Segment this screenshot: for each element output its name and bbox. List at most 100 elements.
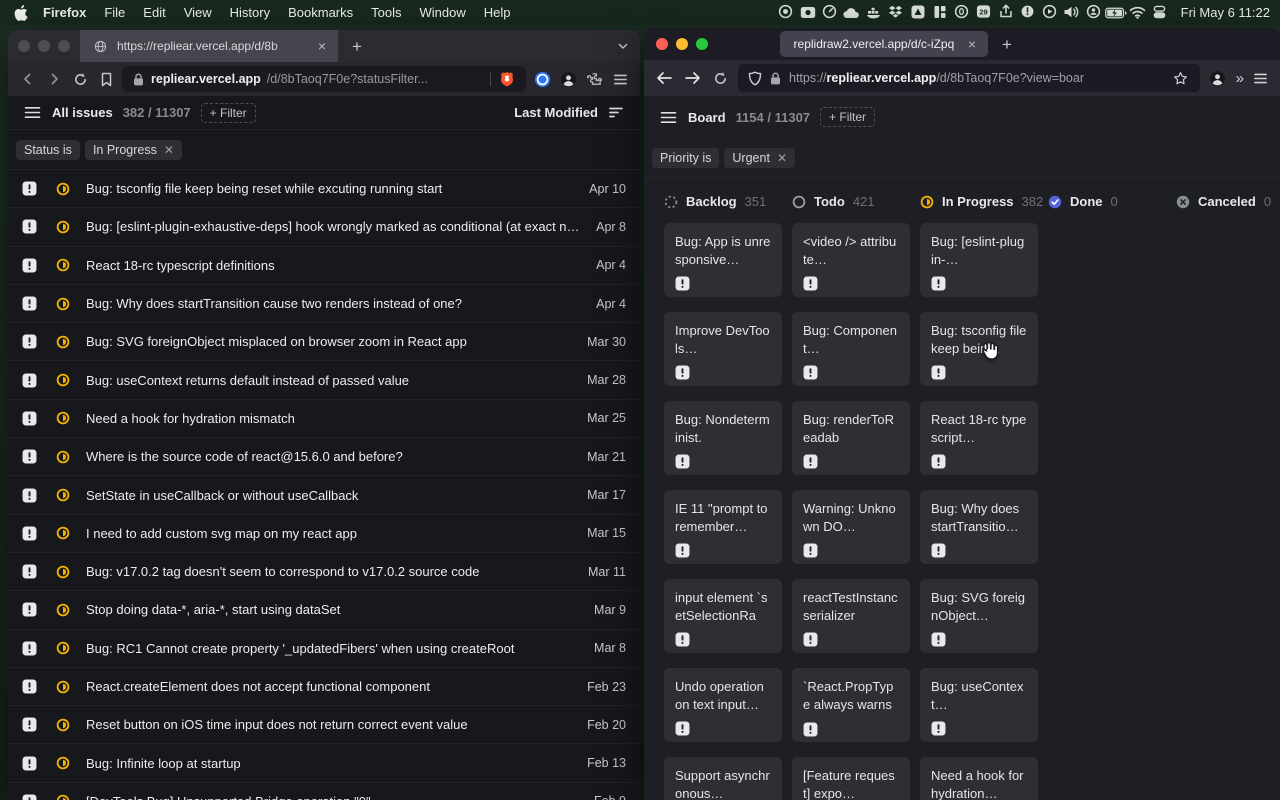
- issue-card[interactable]: Bug: renderToReadab: [792, 401, 910, 475]
- remove-filter-icon[interactable]: ✕: [777, 151, 787, 165]
- onepassword-icon[interactable]: [532, 69, 552, 89]
- priority-urgent-icon[interactable]: [803, 632, 899, 647]
- zoom-window-button[interactable]: [58, 40, 70, 52]
- issue-card[interactable]: Bug: useContext…: [920, 668, 1038, 742]
- priority-urgent-icon[interactable]: [803, 276, 899, 291]
- apple-menu-icon[interactable]: [10, 5, 32, 21]
- status-in-progress-icon[interactable]: [56, 220, 70, 234]
- left-browser-tab[interactable]: https://repliear.vercel.app/d/8b ×: [80, 30, 338, 62]
- priority-urgent-icon[interactable]: [803, 365, 899, 380]
- back-button[interactable]: [654, 68, 674, 88]
- status-in-progress-icon[interactable]: [56, 526, 70, 540]
- add-filter-button[interactable]: + Filter: [201, 103, 256, 123]
- zero-icon[interactable]: [951, 3, 973, 19]
- bookmark-star-icon[interactable]: [1171, 68, 1191, 88]
- profiles-icon[interactable]: [1149, 4, 1171, 20]
- priority-urgent-icon[interactable]: [931, 276, 1027, 291]
- status-in-progress-icon[interactable]: [56, 450, 70, 464]
- address-bar[interactable]: repliear.vercel.app /d/8bTaoq7F0e?status…: [122, 66, 526, 92]
- layout-icon[interactable]: [929, 4, 951, 20]
- priority-urgent-icon[interactable]: [22, 564, 37, 579]
- browser-menu-icon[interactable]: [610, 69, 630, 89]
- menu-help[interactable]: Help: [475, 5, 520, 20]
- issue-row[interactable]: Bug: Infinite loop at startupFeb 13: [8, 744, 640, 782]
- issue-row[interactable]: Bug: SVG foreignObject misplaced on brow…: [8, 323, 640, 361]
- new-tab-button[interactable]: +: [1002, 36, 1012, 53]
- filter-value-chip[interactable]: Urgent ✕: [724, 148, 795, 168]
- issue-card[interactable]: Improve DevTools…: [664, 312, 782, 386]
- cloud-icon[interactable]: [841, 5, 863, 21]
- issue-card[interactable]: IE 11 "prompt to remember…: [664, 490, 782, 564]
- extensions-icon[interactable]: [584, 69, 604, 89]
- tab-list-chevron-icon[interactable]: [616, 39, 630, 53]
- add-filter-button[interactable]: + Filter: [820, 107, 875, 127]
- status-in-progress-icon[interactable]: [56, 756, 70, 770]
- priority-urgent-icon[interactable]: [22, 602, 37, 617]
- priority-urgent-icon[interactable]: [22, 449, 37, 464]
- close-window-button[interactable]: [18, 40, 30, 52]
- issue-card[interactable]: Bug: Nondeterminist.: [664, 401, 782, 475]
- minimize-window-button[interactable]: [38, 40, 50, 52]
- priority-urgent-icon[interactable]: [22, 794, 37, 800]
- docker-icon[interactable]: [863, 4, 885, 20]
- priority-urgent-icon[interactable]: [22, 181, 37, 196]
- status-in-progress-icon[interactable]: [56, 182, 70, 196]
- status-in-progress-icon[interactable]: [56, 603, 70, 617]
- bookmark-icon[interactable]: [96, 69, 116, 89]
- issue-row[interactable]: Stop doing data-*, aria-*, start using d…: [8, 591, 640, 629]
- issue-card[interactable]: Bug: Component…: [792, 312, 910, 386]
- back-button[interactable]: [18, 69, 38, 89]
- priority-urgent-icon[interactable]: [675, 454, 771, 469]
- issue-card[interactable]: Support asynchronous…: [664, 757, 782, 800]
- menu-firefox[interactable]: Firefox: [34, 5, 95, 20]
- issue-row[interactable]: Bug: useContext returns default instead …: [8, 361, 640, 399]
- zoom-window-button[interactable]: [696, 38, 708, 50]
- address-bar[interactable]: https:// repliear.vercel.app /d/8bTaoq7F…: [738, 64, 1200, 92]
- assist-icon[interactable]: [1083, 3, 1105, 19]
- share-icon[interactable]: [995, 3, 1017, 19]
- status-in-progress-icon[interactable]: [56, 297, 70, 311]
- browser-menu-icon[interactable]: [1250, 68, 1270, 88]
- issue-card[interactable]: `React.PropType always warns ab: [792, 668, 910, 742]
- extension-avatar-icon[interactable]: [1208, 68, 1228, 88]
- priority-urgent-icon[interactable]: [22, 373, 37, 388]
- sidebar-menu-icon[interactable]: [22, 103, 42, 123]
- priority-urgent-icon[interactable]: [931, 721, 1027, 736]
- issue-card[interactable]: Need a hook for hydration…: [920, 757, 1038, 800]
- capture-icon[interactable]: [907, 4, 929, 20]
- issue-row[interactable]: Reset button on iOS time input does not …: [8, 706, 640, 744]
- battery-icon[interactable]: [1105, 5, 1127, 21]
- volume-icon[interactable]: [1061, 4, 1083, 20]
- forward-button[interactable]: [682, 68, 702, 88]
- issue-card[interactable]: Bug: Why does startTransitio…: [920, 490, 1038, 564]
- priority-urgent-icon[interactable]: [803, 454, 899, 469]
- tracking-shield-icon[interactable]: [747, 68, 762, 88]
- status-in-progress-icon[interactable]: [56, 488, 70, 502]
- issue-row[interactable]: Bug: v17.0.2 tag doesn't seem to corresp…: [8, 553, 640, 591]
- status-in-progress-icon[interactable]: [56, 794, 70, 800]
- priority-urgent-icon[interactable]: [22, 641, 37, 656]
- issue-row[interactable]: Bug: tsconfig file keep being reset whil…: [8, 170, 640, 208]
- priority-urgent-icon[interactable]: [22, 219, 37, 234]
- status-in-progress-icon[interactable]: [56, 641, 70, 655]
- menu-edit[interactable]: Edit: [134, 5, 174, 20]
- menubar-clock[interactable]: Fri May 6 11:22: [1181, 5, 1270, 20]
- close-window-button[interactable]: [656, 38, 668, 50]
- remove-filter-icon[interactable]: ✕: [164, 143, 174, 157]
- priority-urgent-icon[interactable]: [931, 632, 1027, 647]
- reload-button[interactable]: [70, 69, 90, 89]
- right-browser-tab[interactable]: replidraw2.vercel.app/d/c-iZpq ×: [780, 31, 988, 57]
- account-icon[interactable]: [558, 69, 578, 89]
- power-icon[interactable]: [1017, 3, 1039, 19]
- status-in-progress-icon[interactable]: [56, 335, 70, 349]
- calendar-icon[interactable]: 29: [973, 3, 995, 19]
- issue-card[interactable]: Bug: SVG foreignObject…: [920, 579, 1038, 653]
- status-in-progress-icon[interactable]: [56, 718, 70, 732]
- priority-urgent-icon[interactable]: [931, 454, 1027, 469]
- priority-urgent-icon[interactable]: [22, 679, 37, 694]
- issue-card[interactable]: reactTestInstanc serializer: [792, 579, 910, 653]
- close-tab-icon[interactable]: ×: [316, 39, 328, 53]
- priority-urgent-icon[interactable]: [931, 365, 1027, 380]
- status-in-progress-icon[interactable]: [56, 565, 70, 579]
- status-in-progress-icon[interactable]: [56, 411, 70, 425]
